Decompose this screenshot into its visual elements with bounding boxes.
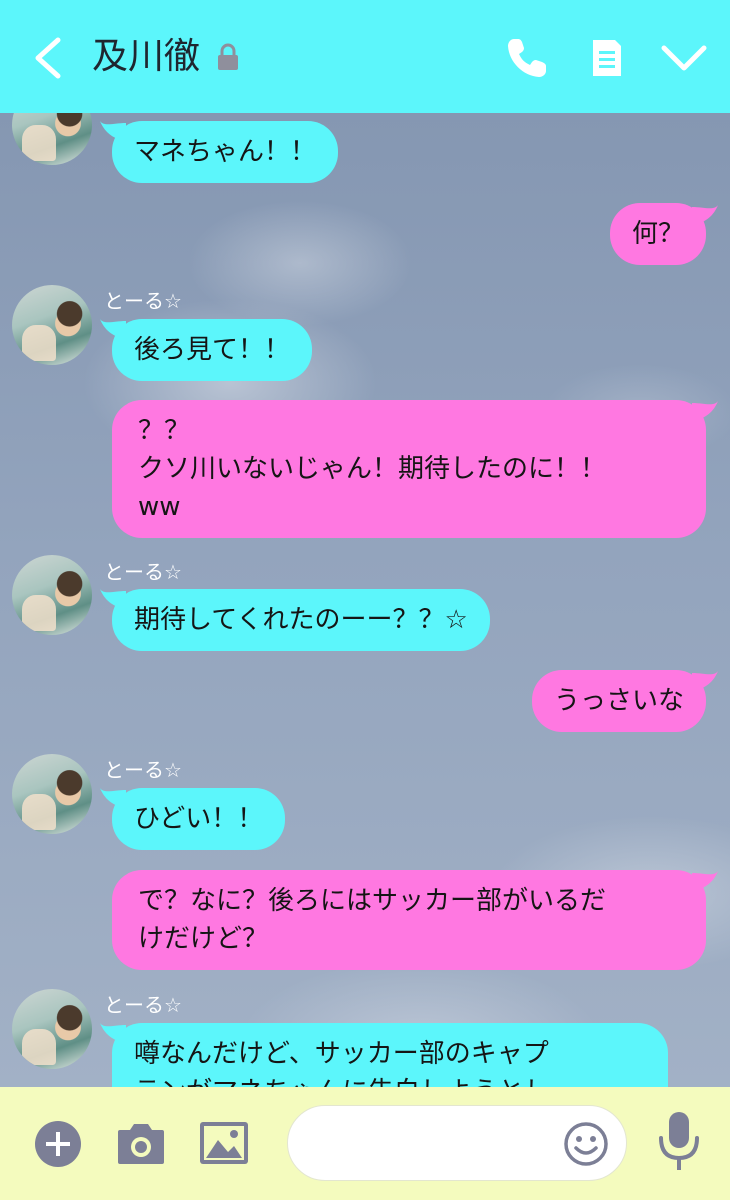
lock-icon	[218, 43, 238, 70]
avatar[interactable]	[12, 989, 92, 1069]
avatar[interactable]	[12, 555, 92, 635]
message-text-field[interactable]	[312, 1124, 562, 1164]
message-bubble-outgoing[interactable]: 何？	[609, 203, 706, 265]
avatar[interactable]	[12, 754, 92, 834]
emoji-icon[interactable]	[563, 1121, 609, 1167]
chat-title: 及川徹	[92, 36, 201, 77]
notes-icon[interactable]	[590, 38, 624, 78]
avatar[interactable]	[12, 285, 92, 365]
message-bubble-incoming[interactable]: 噂なんだけど、サッカー部のキャプ テンがマネちゃんに告白しようとし	[112, 1023, 668, 1087]
chat-area[interactable]: マネちゃん！！ 何？ とーる☆ 後ろ見て！！ ？？ クソ川いないじゃん！期待した…	[0, 113, 730, 1087]
avatar[interactable]	[12, 113, 92, 165]
sender-name: とーる☆	[104, 993, 182, 1017]
phone-icon[interactable]	[505, 36, 549, 80]
message-bubble-outgoing[interactable]: で？なに？後ろにはサッカー部がいるだ けだけど？	[112, 870, 706, 970]
sender-name: とーる☆	[104, 560, 182, 584]
chevron-left-icon[interactable]	[30, 36, 66, 80]
chat-header: 及川徹	[0, 0, 730, 113]
message-bubble-incoming[interactable]: マネちゃん！！	[112, 121, 339, 183]
chevron-down-icon[interactable]	[660, 40, 708, 74]
message-bubble-outgoing[interactable]: ？？ クソ川いないじゃん！期待したのに！！ ww	[112, 400, 706, 538]
message-bubble-outgoing[interactable]: うっさいな	[531, 670, 706, 732]
microphone-icon[interactable]	[657, 1110, 701, 1174]
message-bubble-incoming[interactable]: 後ろ見て！！	[112, 319, 313, 381]
message-bubble-incoming[interactable]: 期待してくれたのーー？？☆	[112, 589, 490, 651]
image-icon[interactable]	[198, 1120, 250, 1166]
camera-icon[interactable]	[116, 1120, 166, 1166]
sender-name: とーる☆	[104, 289, 182, 313]
sender-name: とーる☆	[104, 758, 182, 782]
message-bubble-incoming[interactable]: ひどい！！	[112, 788, 286, 850]
plus-icon[interactable]	[34, 1120, 82, 1168]
